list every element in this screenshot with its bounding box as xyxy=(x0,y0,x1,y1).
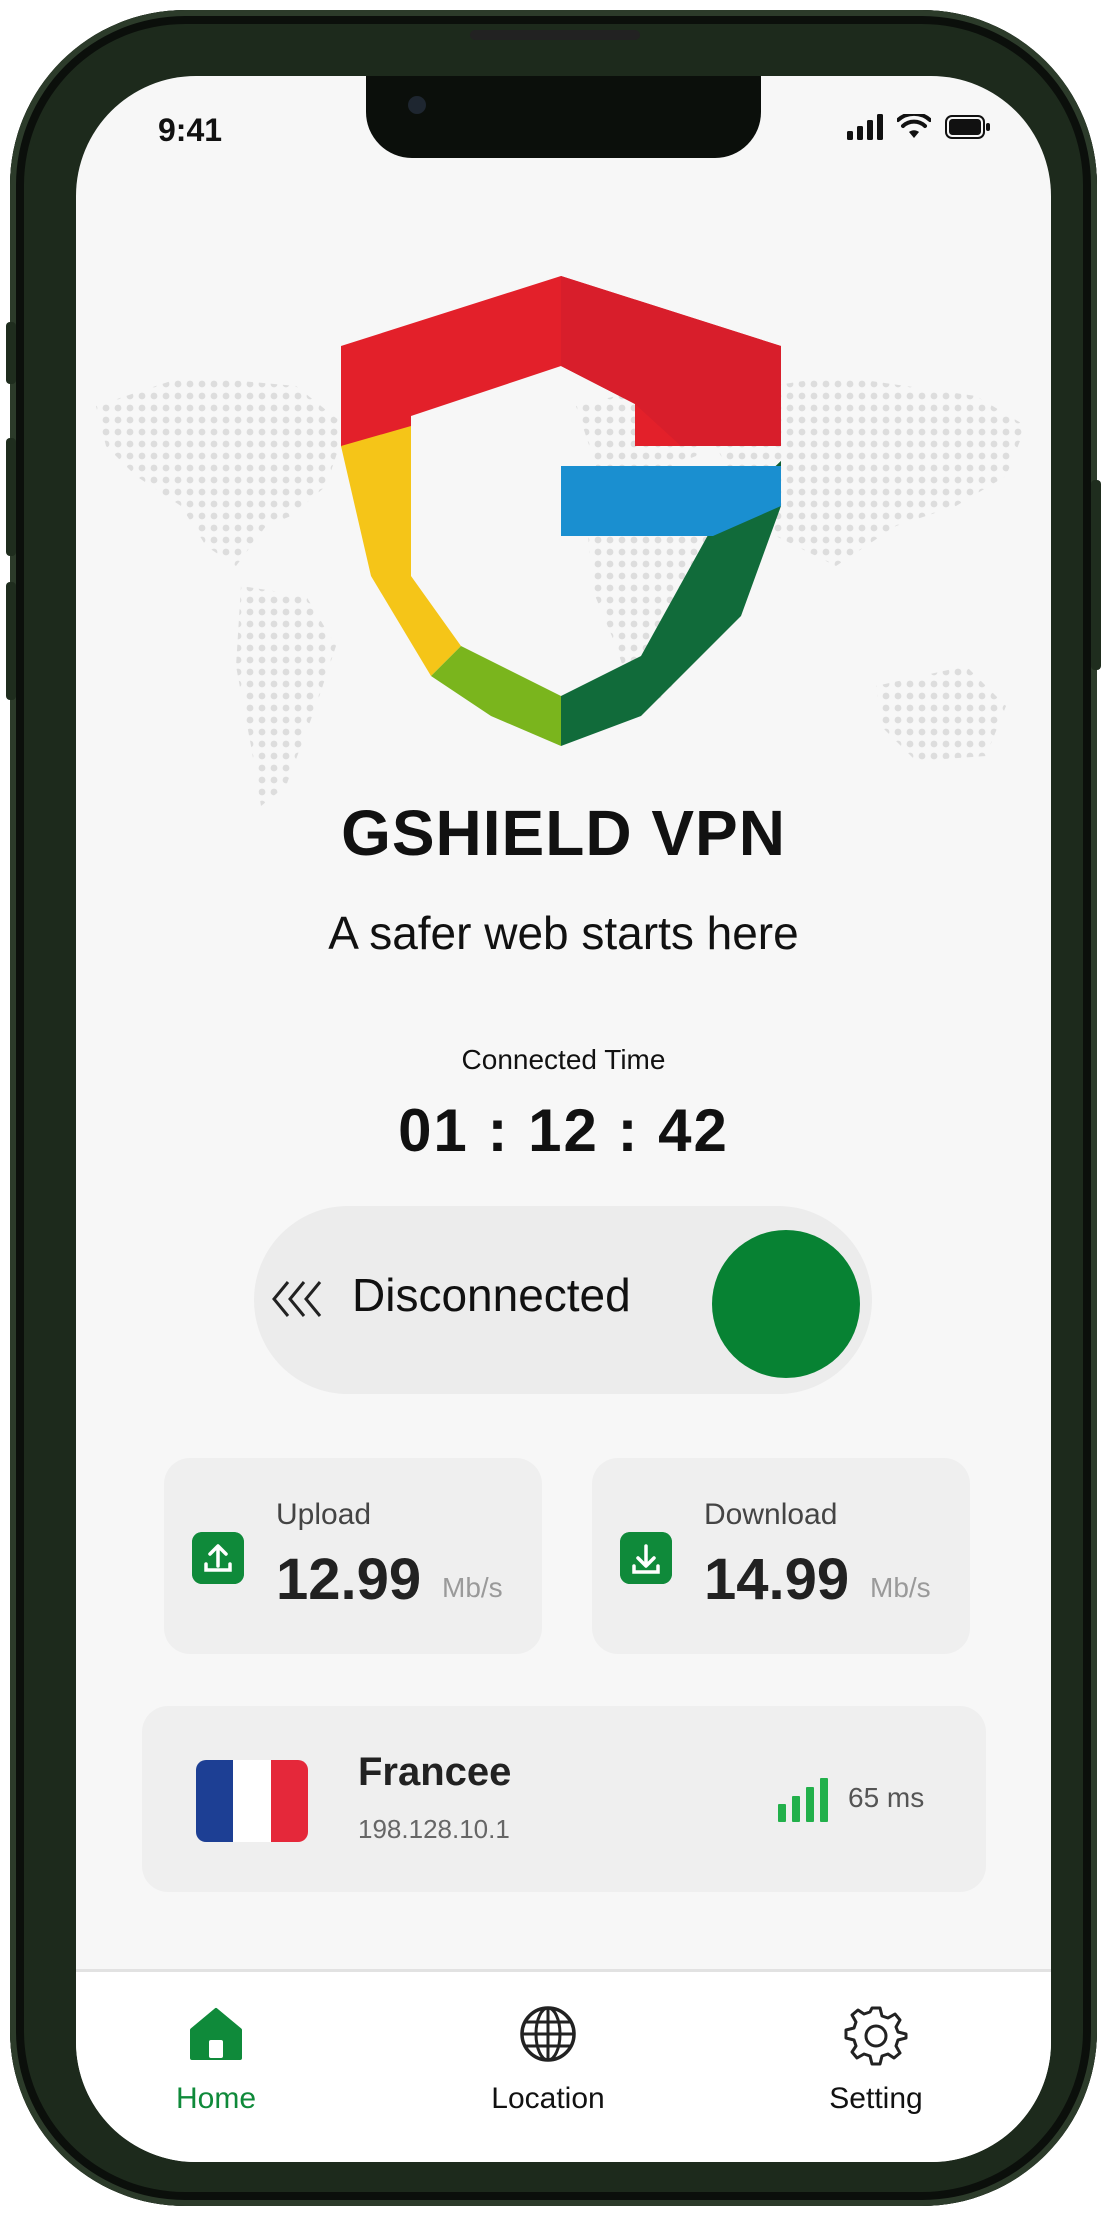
bottom-nav: Home Location Setting xyxy=(76,1972,1051,2162)
connection-toggle[interactable]: Disconnected xyxy=(254,1206,872,1394)
server-selector[interactable]: Francee 198.128.10.1 65 ms xyxy=(142,1706,986,1892)
upload-unit: Mb/s xyxy=(442,1572,503,1603)
upload-card: Upload 12.99 Mb/s xyxy=(164,1458,542,1654)
app-screen: 9:41 GSHIELD VPN A safer web starts here… xyxy=(76,76,1051,2162)
status-icons xyxy=(847,114,991,140)
nav-location-label: Location xyxy=(491,2082,605,2115)
download-label: Download xyxy=(704,1498,838,1531)
connected-time-value: 01 : 12 : 42 xyxy=(398,1097,729,1164)
app-tagline: A safer web starts here xyxy=(328,907,799,959)
toggle-knob[interactable] xyxy=(712,1230,860,1378)
nav-home[interactable]: Home xyxy=(116,2002,316,2116)
status-time: 9:41 xyxy=(158,112,223,148)
connected-time-label: Connected Time xyxy=(461,1044,666,1075)
nav-home-label: Home xyxy=(175,2082,257,2115)
signal-strength-icon xyxy=(778,1778,828,1822)
download-unit: Mb/s xyxy=(870,1572,931,1603)
mute-switch xyxy=(6,322,16,384)
gear-icon xyxy=(844,2006,908,2066)
download-card: Download 14.99 Mb/s xyxy=(592,1458,970,1654)
upload-label: Upload xyxy=(276,1498,372,1531)
server-ip: 198.128.10.1 xyxy=(358,1814,510,1844)
volume-down-button xyxy=(6,582,16,700)
server-ping: 65 ms xyxy=(848,1782,925,1813)
nav-setting[interactable]: Setting xyxy=(776,2002,976,2116)
globe-icon xyxy=(520,2006,576,2062)
app-title: GSHIELD VPN xyxy=(341,797,786,869)
download-icon xyxy=(620,1532,672,1584)
upload-icon xyxy=(192,1532,244,1584)
cellular-signal-icon xyxy=(847,114,883,140)
gshield-logo xyxy=(341,276,781,746)
chevrons-left-icon xyxy=(272,1281,322,1317)
power-button xyxy=(1091,480,1101,670)
home-icon xyxy=(190,2008,242,2060)
wifi-icon xyxy=(897,114,931,138)
server-country: Francee xyxy=(358,1750,512,1794)
notch xyxy=(366,76,761,158)
front-camera xyxy=(408,96,426,114)
france-flag-icon xyxy=(196,1760,308,1842)
connection-status-label: Disconnected xyxy=(352,1269,631,1321)
battery-icon xyxy=(945,115,990,139)
download-value: 14.99 xyxy=(704,1547,850,1612)
phone-frame: 9:41 GSHIELD VPN A safer web starts here… xyxy=(6,10,1101,2206)
speaker-slot xyxy=(470,30,640,40)
volume-up-button xyxy=(6,438,16,556)
nav-setting-label: Setting xyxy=(829,2082,923,2115)
nav-location[interactable]: Location xyxy=(448,2002,648,2116)
upload-value: 12.99 xyxy=(276,1547,422,1612)
